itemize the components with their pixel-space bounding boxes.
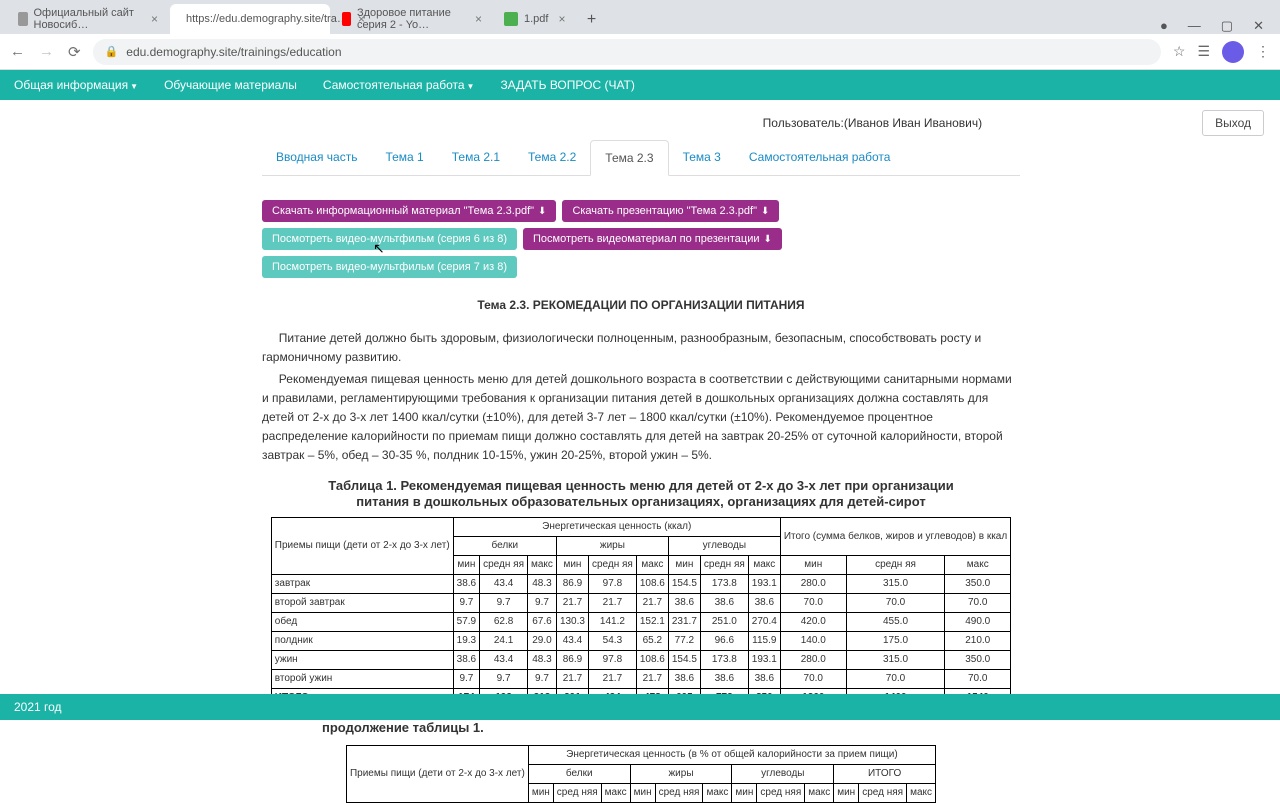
table2: Приемы пищи (дети от 2-х до 3-х лет)Энер… — [346, 745, 936, 803]
lock-icon: 🔒 — [105, 45, 119, 58]
bookmark-icon[interactable]: ☆ — [1173, 43, 1186, 60]
tab-tema3[interactable]: Тема 3 — [669, 140, 735, 175]
tab-tema21[interactable]: Тема 2.1 — [438, 140, 514, 175]
nav-materials[interactable]: Обучающие материалы — [164, 78, 297, 92]
table1-continuation: продолжение таблицы 1. — [262, 718, 1020, 739]
user-bar: Пользователь:(Иванов Иван Иванович) Выхо… — [0, 100, 1280, 140]
nav-general[interactable]: Общая информация▼ — [14, 78, 138, 92]
download-info-button[interactable]: Скачать информационный материал "Тема 2.… — [262, 200, 556, 222]
tab-tema23[interactable]: Тема 2.3 — [590, 140, 668, 176]
video6-button[interactable]: Посмотреть видео-мультфильм (серия 6 из … — [262, 228, 517, 250]
nav-chat[interactable]: ЗАДАТЬ ВОПРОС (ЧАТ) — [500, 78, 634, 92]
browser-tab[interactable]: Официальный сайт Новосиб…× — [8, 4, 168, 34]
profile-avatar-icon[interactable] — [1222, 41, 1244, 63]
url-input[interactable]: 🔒 edu.demography.site/trainings/educatio… — [93, 39, 1161, 65]
table1-title: Таблица 1. Рекомендуемая пищевая ценност… — [312, 478, 970, 512]
close-icon[interactable]: × — [558, 12, 565, 26]
download-icon: ⬇ — [761, 206, 769, 217]
topic-tabs: Вводная часть Тема 1 Тема 2.1 Тема 2.2 Т… — [262, 140, 1020, 176]
address-bar: ← → ⟳ 🔒 edu.demography.site/trainings/ed… — [0, 34, 1280, 70]
reload-icon[interactable]: ⟳ — [68, 43, 81, 61]
tab-tema22[interactable]: Тема 2.2 — [514, 140, 590, 175]
close-window-icon[interactable]: ✕ — [1253, 18, 1264, 34]
tab-selfwork[interactable]: Самостоятельная работа — [735, 140, 905, 175]
nav-selfwork[interactable]: Самостоятельная работа▼ — [323, 78, 475, 92]
download-icon: ⬇ — [538, 206, 546, 217]
table1: Приемы пищи (дети от 2-х до 3-х лет)Энер… — [271, 517, 1011, 708]
maximize-icon[interactable]: ▢ — [1221, 18, 1233, 34]
video7-button[interactable]: Посмотреть видео-мультфильм (серия 7 из … — [262, 256, 517, 278]
tab-tema1[interactable]: Тема 1 — [371, 140, 437, 175]
page-footer: 2021 год — [0, 694, 1280, 720]
article-p2: Рекомендуемая пищевая ценность меню для … — [262, 370, 1020, 466]
article-p1: Питание детей должно быть здоровым, физи… — [262, 329, 1020, 367]
action-buttons: Скачать информационный материал "Тема 2.… — [262, 176, 1020, 278]
close-icon[interactable]: × — [151, 12, 158, 26]
minimize-icon[interactable]: — — [1188, 18, 1201, 34]
article-body: Тема 2.3. РЕКОМЕДАЦИИ ПО ОРГАНИЗАЦИИ ПИТ… — [262, 278, 1020, 803]
forward-icon[interactable]: → — [39, 43, 54, 61]
browser-tab-active[interactable]: https://edu.demography.site/tra…× — [170, 4, 330, 34]
browser-tab-strip: Официальный сайт Новосиб…× https://edu.d… — [0, 0, 1280, 34]
download-icon: ⬇ — [763, 234, 771, 245]
download-presentation-button[interactable]: Скачать презентацию "Тема 2.3.pdf"⬇ — [562, 200, 779, 222]
user-label: Пользователь:(Иванов Иван Иванович) — [763, 116, 982, 130]
close-icon[interactable]: × — [475, 12, 482, 26]
record-icon[interactable]: ● — [1160, 18, 1168, 34]
article-heading: Тема 2.3. РЕКОМЕДАЦИИ ПО ОРГАНИЗАЦИИ ПИТ… — [262, 296, 1020, 315]
menu-icon[interactable]: ⋮ — [1256, 43, 1270, 60]
reading-list-icon[interactable]: ☰ — [1197, 43, 1210, 60]
tab-intro[interactable]: Вводная часть — [262, 140, 371, 175]
main-nav: Общая информация▼ Обучающие материалы Са… — [0, 70, 1280, 100]
browser-tab[interactable]: Здоровое питание серия 2 - Yo…× — [332, 4, 492, 34]
back-icon[interactable]: ← — [10, 43, 25, 61]
browser-tab[interactable]: 1.pdf× — [494, 4, 575, 34]
video-presentation-button[interactable]: Посмотреть видеоматериал по презентации⬇ — [523, 228, 782, 250]
logout-button[interactable]: Выход — [1202, 110, 1264, 136]
new-tab-button[interactable]: + — [577, 6, 605, 34]
